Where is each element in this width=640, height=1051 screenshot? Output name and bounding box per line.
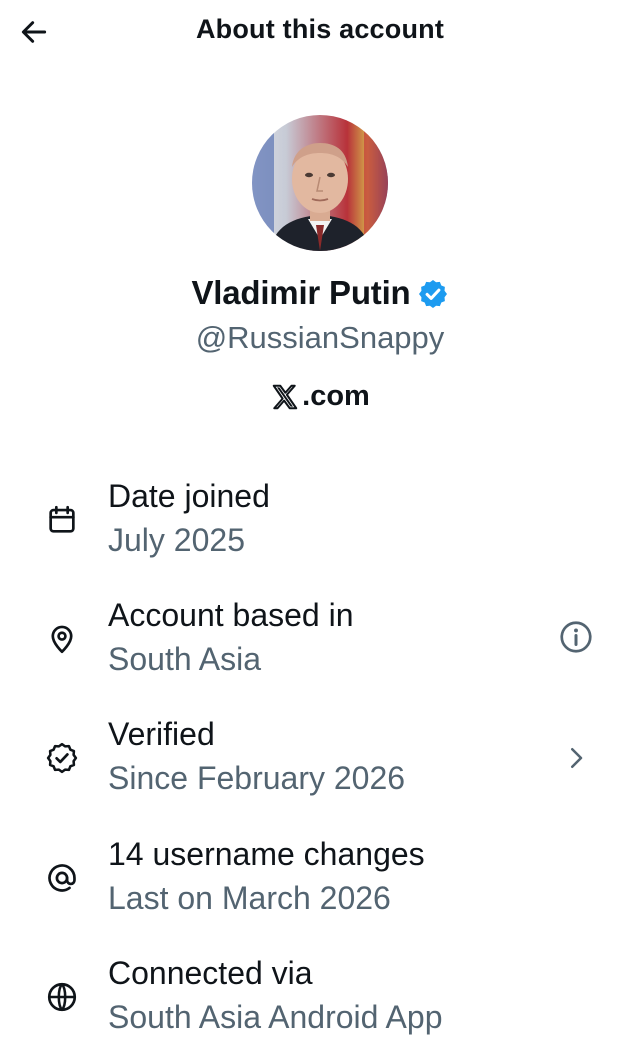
profile-name: Vladimir Putin bbox=[191, 274, 411, 311]
row-label: Connected via bbox=[108, 955, 313, 991]
row-value: South Asia bbox=[108, 641, 261, 677]
top-bar: About this account bbox=[0, 0, 640, 62]
chevron-right-icon[interactable] bbox=[556, 738, 596, 778]
row-label: 14 username changes bbox=[108, 836, 425, 872]
page-title: About this account bbox=[195, 14, 445, 44]
row-account-based-in: Account based in South Asia bbox=[0, 597, 640, 693]
connected-site[interactable]: .com bbox=[0, 380, 640, 413]
row-username-changes: 14 username changes Last on March 2026 bbox=[0, 836, 640, 932]
row-value: Since February 2026 bbox=[108, 760, 406, 796]
row-date-joined: Date joined July 2025 bbox=[0, 478, 640, 574]
row-label: Account based in bbox=[108, 597, 354, 633]
info-icon[interactable] bbox=[556, 617, 596, 657]
connected-site-text: .com bbox=[302, 380, 370, 412]
profile-handle: @RussianSnappy bbox=[195, 320, 445, 355]
x-logo-icon bbox=[272, 384, 298, 409]
avatar[interactable] bbox=[252, 115, 388, 251]
verified-badge-icon[interactable] bbox=[417, 278, 449, 310]
verified-check-icon bbox=[42, 738, 82, 778]
globe-icon bbox=[42, 977, 82, 1017]
row-verified[interactable]: Verified Since February 2026 bbox=[0, 716, 640, 812]
row-value: South Asia Android App bbox=[108, 999, 443, 1035]
row-label: Date joined bbox=[108, 478, 270, 514]
row-connected-via: Connected via South Asia Android App bbox=[0, 955, 640, 1051]
profile-name-row: Vladimir Putin bbox=[0, 274, 640, 312]
row-value: Last on March 2026 bbox=[108, 880, 391, 916]
row-label: Verified bbox=[108, 716, 215, 752]
calendar-icon bbox=[42, 500, 82, 540]
row-value: July 2025 bbox=[108, 522, 245, 558]
location-pin-icon bbox=[42, 619, 82, 659]
avatar-image bbox=[252, 115, 388, 251]
at-sign-icon bbox=[42, 858, 82, 898]
